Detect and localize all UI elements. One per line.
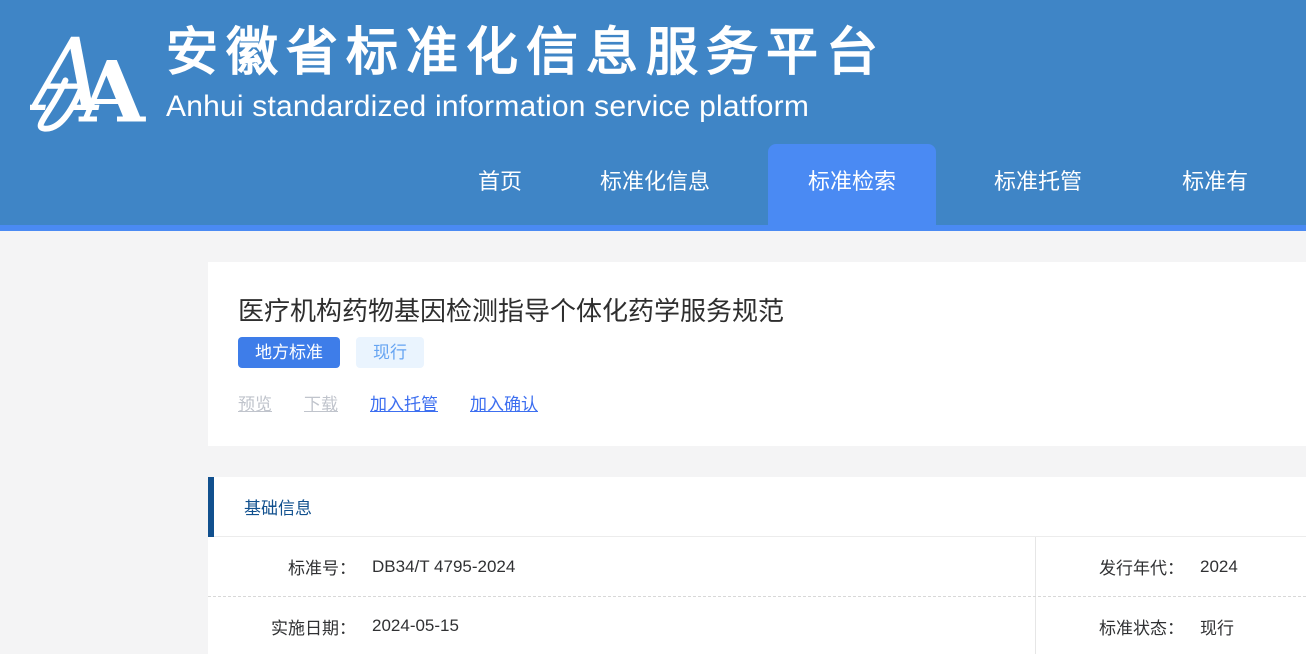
standard-status-cell: 标准状态： 现行 <box>1035 597 1306 654</box>
implementation-date-label: 实施日期： <box>208 614 356 639</box>
basic-info-card: 基础信息 标准号： DB34/T 4795-2024 发行年代： 2024 实施… <box>208 477 1306 654</box>
table-row: 标准号： DB34/T 4795-2024 发行年代： 2024 <box>208 537 1306 596</box>
publish-year-label: 发行年代： <box>1036 554 1184 579</box>
implementation-date-cell: 实施日期： 2024-05-15 <box>208 597 1035 654</box>
publish-year-cell: 发行年代： 2024 <box>1035 537 1306 596</box>
preview-link[interactable]: 预览 <box>238 390 272 415</box>
table-row: 实施日期： 2024-05-15 标准状态： 现行 <box>208 596 1306 654</box>
badge-row: 地方标准 现行 <box>238 337 1276 368</box>
download-link[interactable]: 下载 <box>304 390 338 415</box>
action-row: 预览 下载 加入托管 加入确认 <box>238 390 1276 415</box>
standard-summary-card: 医疗机构药物基因检测指导个体化药学服务规范 地方标准 现行 预览 下载 加入托管… <box>208 262 1306 446</box>
standard-status-label: 标准状态： <box>1036 614 1184 639</box>
standard-number-cell: 标准号： DB34/T 4795-2024 <box>208 537 1035 596</box>
publish-year-value: 2024 <box>1200 557 1238 577</box>
standard-status-value: 现行 <box>1200 614 1234 639</box>
site-title-en: Anhui standardized information service p… <box>166 88 886 126</box>
nav-item-standard-hosting[interactable]: 标准托管 <box>974 144 1102 219</box>
site-logo-icon[interactable]: A A <box>30 16 158 132</box>
nav-item-standard-validity[interactable]: 标准有 <box>1162 144 1248 219</box>
brand: A A 安徽省标准化信息服务平台 Anhui standardized info… <box>30 16 886 132</box>
section-accent-bar <box>208 477 214 537</box>
standard-title: 医疗机构药物基因检测指导个体化药学服务规范 <box>238 292 1276 330</box>
site-title-zh: 安徽省标准化信息服务平台 <box>166 22 886 84</box>
basic-info-section-header: 基础信息 <box>208 477 1306 537</box>
brand-text: 安徽省标准化信息服务平台 Anhui standardized informat… <box>166 22 886 126</box>
implementation-date-value: 2024-05-15 <box>372 616 459 636</box>
nav-accent-strip <box>0 225 1306 231</box>
nav-item-standardization-info[interactable]: 标准化信息 <box>580 144 730 219</box>
standard-number-value: DB34/T 4795-2024 <box>372 557 515 577</box>
nav-item-standard-search[interactable]: 标准检索 <box>768 144 936 225</box>
badge-standard-status: 现行 <box>356 337 424 368</box>
standard-number-label: 标准号： <box>208 554 356 579</box>
svg-text:A: A <box>78 42 146 132</box>
badge-standard-type: 地方标准 <box>238 337 340 368</box>
nav-item-home[interactable]: 首页 <box>458 144 542 219</box>
main-nav: 首页 标准化信息 标准检索 标准托管 标准有 <box>458 144 1248 225</box>
site-header: A A 安徽省标准化信息服务平台 Anhui standardized info… <box>0 0 1306 231</box>
add-hosting-link[interactable]: 加入托管 <box>370 390 438 415</box>
basic-info-section-title: 基础信息 <box>244 494 312 519</box>
add-confirm-link[interactable]: 加入确认 <box>470 390 538 415</box>
